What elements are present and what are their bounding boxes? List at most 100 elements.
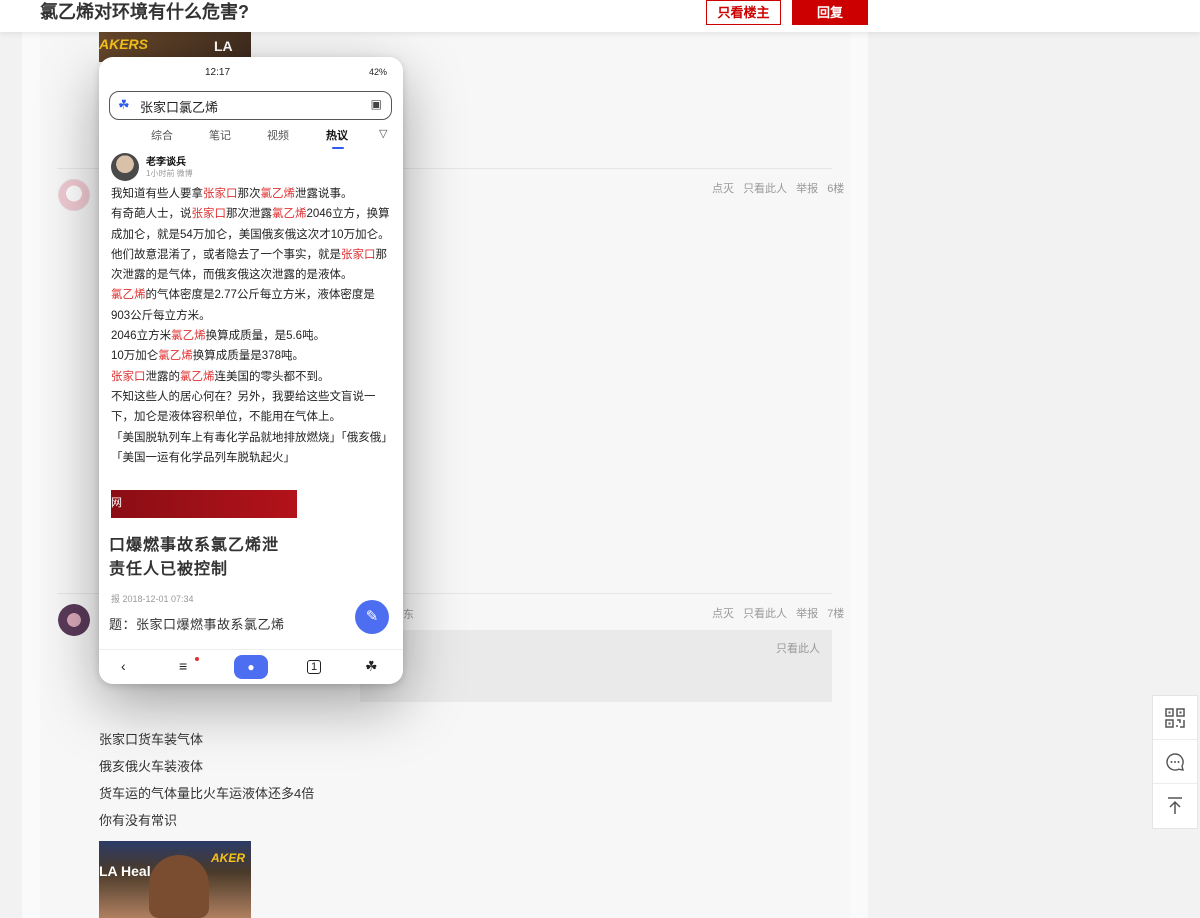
article-text: 泄露的 — [145, 370, 181, 383]
article-text: 有奇葩人士，说 — [111, 208, 192, 221]
article-text: 那次泄露 — [226, 208, 272, 221]
phone-screenshot: 12:17 42% ☘ 张家口氯乙烯 ▣ 综合 笔记 视频 热议 ▽ 老李谈兵 … — [99, 57, 403, 684]
reply-line: 张家口货车装气体 — [99, 732, 204, 747]
back-icon: ‹ — [121, 658, 126, 674]
keyword-highlight: 张家口 — [341, 248, 376, 261]
reply-line: 货车运的气体量比火车运液体还多4倍 — [99, 786, 315, 801]
reply-button[interactable]: 回复 — [792, 0, 868, 25]
keyword-highlight: 氯乙烯 — [158, 350, 193, 363]
article-text: 的气体密度是2.77公斤每立方米，液体密度是903公斤每立方米。 — [111, 289, 375, 322]
baidu-paw-icon: ☘ — [365, 658, 378, 674]
article-paragraph: 10万加仑氯乙烯换算成质量是378吨。 — [111, 346, 393, 366]
keyword-highlight: 张家口 — [203, 188, 238, 200]
face-shape — [149, 855, 209, 918]
keyword-highlight: 氯乙烯 — [171, 330, 206, 343]
phone-article-text: 我知道有些人要拿张家口那次氯乙烯泄露说事。 有奇葩人士，说张家口那次泄露氯乙烯20… — [111, 184, 393, 468]
avatar[interactable] — [58, 179, 90, 211]
post-actions: 点灭 只看此人 举报 7楼 — [706, 605, 844, 621]
phone-tab: 笔记 — [209, 130, 231, 142]
qrcode-button[interactable] — [1153, 696, 1197, 740]
article-paragraph: 张家口泄露的氯乙烯连美国的零头都不到。 — [111, 367, 393, 387]
phone-tab: 视频 — [267, 130, 289, 142]
keyword-highlight: 氯乙烯 — [260, 188, 296, 200]
phone-tab: 综合 — [151, 130, 173, 142]
phone-search-box: ☘ 张家口氯乙烯 ▣ — [109, 91, 392, 120]
keyword-highlight: 氯乙烯 — [111, 289, 146, 302]
filter-icon: ▽ — [379, 128, 388, 140]
phone-author-avatar — [111, 153, 139, 181]
floating-toolbar — [1152, 695, 1198, 829]
avatar[interactable] — [58, 604, 90, 636]
baidu-paw-icon: ☘ — [118, 97, 130, 112]
quote-only-this-user-link[interactable]: 只看此人 — [776, 640, 820, 656]
article-paragraph: 他们故意混淆了，或者隐去了一个事实，就是张家口那次泄露的是气体，而俄亥俄这次泄露… — [111, 245, 393, 286]
floor-number: 7楼 — [827, 608, 845, 620]
thread-title: 氯乙烯对环境有什么危害? — [40, 2, 249, 22]
keyword-highlight: 氯乙烯 — [180, 370, 215, 383]
article-text: 换算成质量，是5.6吨。 — [205, 330, 326, 343]
article-text: 换算成质量是378吨。 — [192, 350, 304, 363]
article-text: 那次 — [237, 188, 261, 200]
notification-dot — [195, 657, 199, 661]
image-caption: AKER — [211, 851, 246, 865]
reply-line: 俄亥俄火车装液体 — [99, 759, 204, 774]
news-headline-line: 责任人已被控制 — [109, 561, 229, 578]
post-actions: 点灭 只看此人 举报 6楼 — [706, 180, 844, 196]
comment-icon — [1166, 752, 1184, 771]
back-to-top-button[interactable] — [1153, 784, 1197, 828]
dislike-link[interactable]: 点灭 — [712, 183, 734, 195]
image-caption: LA Heal — [99, 863, 151, 879]
phone-author-name: 老李谈兵 — [146, 157, 186, 168]
qrcode-icon — [1165, 707, 1185, 728]
phone-search-query: 张家口氯乙烯 — [140, 100, 219, 115]
meme-image: LA Heal AKER — [99, 841, 251, 918]
article-paragraph: 有奇葩人士，说张家口那次泄露氯乙烯2046立方，换算成加仑，就是54万加仑，美国… — [111, 204, 393, 245]
article-paragraph: 我知道有些人要拿张家口那次氯乙烯泄露说事。 — [111, 184, 393, 204]
thread-header: 氯乙烯对环境有什么危害? 只看楼主 回复 — [0, 0, 1200, 32]
phone-tab-active: 热议 — [326, 130, 348, 142]
article-text: 连美国的零头都不到。 — [214, 370, 330, 383]
only-this-user-link[interactable]: 只看此人 — [743, 608, 787, 620]
article-text: 他们故意混淆了，或者隐去了一个事实，就是 — [111, 248, 341, 261]
article-paragraph: 氯乙烯的气体密度是2.77公斤每立方米，液体密度是903公斤每立方米。 — [111, 285, 393, 326]
phone-author-meta: 1小时前 微博 — [146, 169, 193, 178]
article-paragraph: 2046立方米氯乙烯换算成质量，是5.6吨。 — [111, 326, 393, 346]
edit-fab-icon: ✎ — [355, 600, 389, 634]
dislike-link[interactable]: 点灭 — [712, 608, 734, 620]
arrow-up-icon — [1168, 797, 1182, 814]
comment-button[interactable] — [1153, 740, 1197, 784]
reply-line: 你有没有常识 — [99, 813, 178, 828]
phone-battery: 42% — [368, 67, 387, 77]
article-paragraph: 「美国脱轨列车上有毒化学品就地排放燃烧」「俄亥俄」「美国一运有化学品列车脱轨起火… — [111, 428, 393, 469]
article-text: 10万加仑 — [111, 350, 159, 363]
only-landlord-button[interactable]: 只看楼主 — [706, 0, 781, 25]
article-text: 「美国脱轨列车上有毒化学品就地排放燃烧」「俄亥俄」「美国一运有化学品列车脱轨起火… — [111, 431, 393, 464]
news-headline-line: 口爆燃事故系氯乙烯泄 — [109, 537, 280, 554]
article-text: 2046立方米 — [111, 330, 172, 343]
phone-tabs: 综合 笔记 视频 热议 ▽ — [99, 127, 403, 147]
news-subtitle: 题：张家口爆燃事故系氯乙烯 — [109, 617, 285, 632]
report-link[interactable]: 举报 — [796, 183, 818, 195]
phone-time: 12:17 — [205, 67, 231, 78]
news-headline: 口爆燃事故系氯乙烯泄 责任人已被控制 — [109, 534, 279, 582]
phone-bottom-bar: ‹ ≡ ● 1 ☘ — [99, 649, 403, 684]
keyword-highlight: 氯乙烯 — [272, 208, 307, 221]
username-fragment[interactable]: 东 — [403, 606, 414, 622]
menu-icon: ≡ — [179, 658, 188, 674]
phone-tab-underline — [332, 147, 344, 149]
keyword-highlight: 张家口 — [191, 208, 227, 221]
phone-status-bar: 12:17 42% — [99, 67, 403, 83]
article-text: 我知道有些人要拿 — [111, 188, 203, 200]
floor-number: 6楼 — [827, 183, 845, 195]
quote-box: 只看此人 — [360, 630, 832, 702]
article-paragraph: 不知这些人的居心何在？另外，我要给这些文盲说一下，加仑是液体容积单位，不能用在气… — [111, 387, 393, 428]
keyword-highlight: 张家口 — [111, 370, 146, 383]
camera-icon: ▣ — [370, 97, 382, 111]
article-text: 不知这些人的居心何在？另外，我要给这些文盲说一下，加仑是液体容积单位，不能用在气… — [111, 390, 376, 424]
reply-text: 张家口货车装气体 俄亥俄火车装液体 货车运的气体量比火车运液体还多4倍 你有没有… — [99, 726, 314, 834]
news-image-banner: 网 — [111, 490, 297, 518]
article-text: 泄露说事。 — [295, 188, 353, 200]
report-link[interactable]: 举报 — [796, 608, 818, 620]
only-this-user-link[interactable]: 只看此人 — [743, 183, 787, 195]
news-meta: 报 2018-12-01 07:34 — [111, 594, 194, 604]
